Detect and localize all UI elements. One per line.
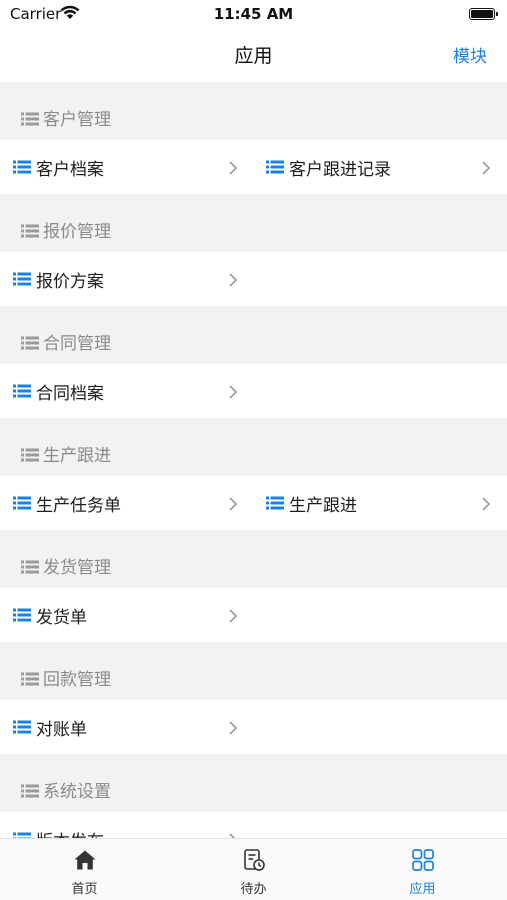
chevron-right-icon	[229, 720, 238, 735]
tab-home[interactable]: 首页	[0, 839, 169, 900]
module-row: 对账单	[0, 700, 507, 754]
module-item-label: 对账单	[36, 720, 87, 740]
section-header: 合同管理	[0, 306, 507, 364]
chevron-right-icon	[229, 160, 238, 175]
list-icon	[13, 607, 31, 622]
chevron-right-icon	[482, 160, 491, 175]
module-item-label: 报价方案	[36, 272, 104, 292]
module-item[interactable]: 报价方案	[0, 252, 253, 306]
tab-bar: 首页 待办 应用	[0, 838, 507, 900]
section-header: 系统设置	[0, 754, 507, 812]
section-title: 生产跟进	[43, 446, 111, 466]
list-icon	[21, 223, 39, 238]
list-icon	[21, 559, 39, 574]
list-icon	[13, 383, 31, 398]
chevron-right-icon	[229, 496, 238, 511]
section-header: 报价管理	[0, 194, 507, 252]
module-item[interactable]: 客户跟进记录	[253, 140, 506, 194]
module-item-label: 合同档案	[36, 384, 104, 404]
list-icon	[13, 831, 31, 838]
status-time: 11:45 AM	[213, 5, 294, 23]
chevron-right-icon	[482, 496, 491, 511]
modules-button[interactable]: 模块	[453, 42, 487, 67]
module-item[interactable]: 版本发布	[0, 812, 253, 838]
list-icon	[266, 495, 284, 510]
section-header: 回款管理	[0, 642, 507, 700]
tab-apps[interactable]: 应用	[338, 839, 507, 900]
home-icon	[73, 848, 97, 872]
list-icon	[13, 495, 31, 510]
chevron-right-icon	[229, 608, 238, 623]
module-item-label: 版本发布	[36, 827, 104, 838]
list-icon	[21, 447, 39, 462]
tab-home-label: 首页	[71, 882, 98, 897]
tab-apps-label: 应用	[409, 882, 436, 897]
section-header: 发货管理	[0, 530, 507, 588]
chevron-right-icon	[229, 272, 238, 287]
tab-todo-label: 待办	[240, 882, 267, 897]
module-item-label: 生产任务单	[36, 496, 121, 516]
module-item-label: 生产跟进	[289, 496, 357, 516]
list-icon	[266, 159, 284, 174]
section-header: 客户管理	[0, 82, 507, 140]
list-icon	[21, 671, 39, 686]
navigation-bar: 应用 模块	[0, 28, 507, 80]
battery-icon	[469, 8, 498, 20]
status-bar: Carrier 11:45 AM	[0, 0, 507, 28]
list-icon	[13, 271, 31, 286]
module-item-label: 客户跟进记录	[289, 160, 391, 180]
module-item-label: 发货单	[36, 608, 87, 628]
module-row: 客户档案 客户跟进记录	[0, 140, 507, 194]
section-title: 发货管理	[43, 558, 111, 578]
tab-todo[interactable]: 待办	[169, 839, 338, 900]
module-row: 版本发布	[0, 812, 507, 838]
module-item[interactable]: 合同档案	[0, 364, 253, 418]
module-item[interactable]: 对账单	[0, 700, 253, 754]
module-row: 报价方案	[0, 252, 507, 306]
module-row: 生产任务单 生产跟进	[0, 476, 507, 530]
module-item[interactable]: 生产跟进	[253, 476, 506, 530]
module-item[interactable]: 生产任务单	[0, 476, 253, 530]
list-icon	[21, 783, 39, 798]
list-icon	[13, 159, 31, 174]
module-row: 合同档案	[0, 364, 507, 418]
chevron-right-icon	[229, 384, 238, 399]
section-title: 客户管理	[43, 110, 111, 130]
section-title: 回款管理	[43, 670, 111, 690]
section-title: 系统设置	[43, 782, 111, 802]
section-title: 报价管理	[43, 222, 111, 242]
module-row: 发货单	[0, 588, 507, 642]
module-item-label: 客户档案	[36, 160, 104, 180]
list-icon	[13, 719, 31, 734]
apps-icon	[411, 848, 435, 872]
section-header: 生产跟进	[0, 418, 507, 476]
list-icon	[21, 335, 39, 350]
module-item[interactable]: 发货单	[0, 588, 253, 642]
app-module-list[interactable]: 客户管理 客户档案 客户跟进记录 报价管理 报价方案 合同管理 合同档案 生产跟进 生产任务单生…	[0, 82, 507, 838]
module-item[interactable]: 客户档案	[0, 140, 253, 194]
page-title: 应用	[234, 45, 273, 67]
todo-icon	[242, 848, 266, 872]
section-title: 合同管理	[43, 334, 111, 354]
list-icon	[21, 111, 39, 126]
